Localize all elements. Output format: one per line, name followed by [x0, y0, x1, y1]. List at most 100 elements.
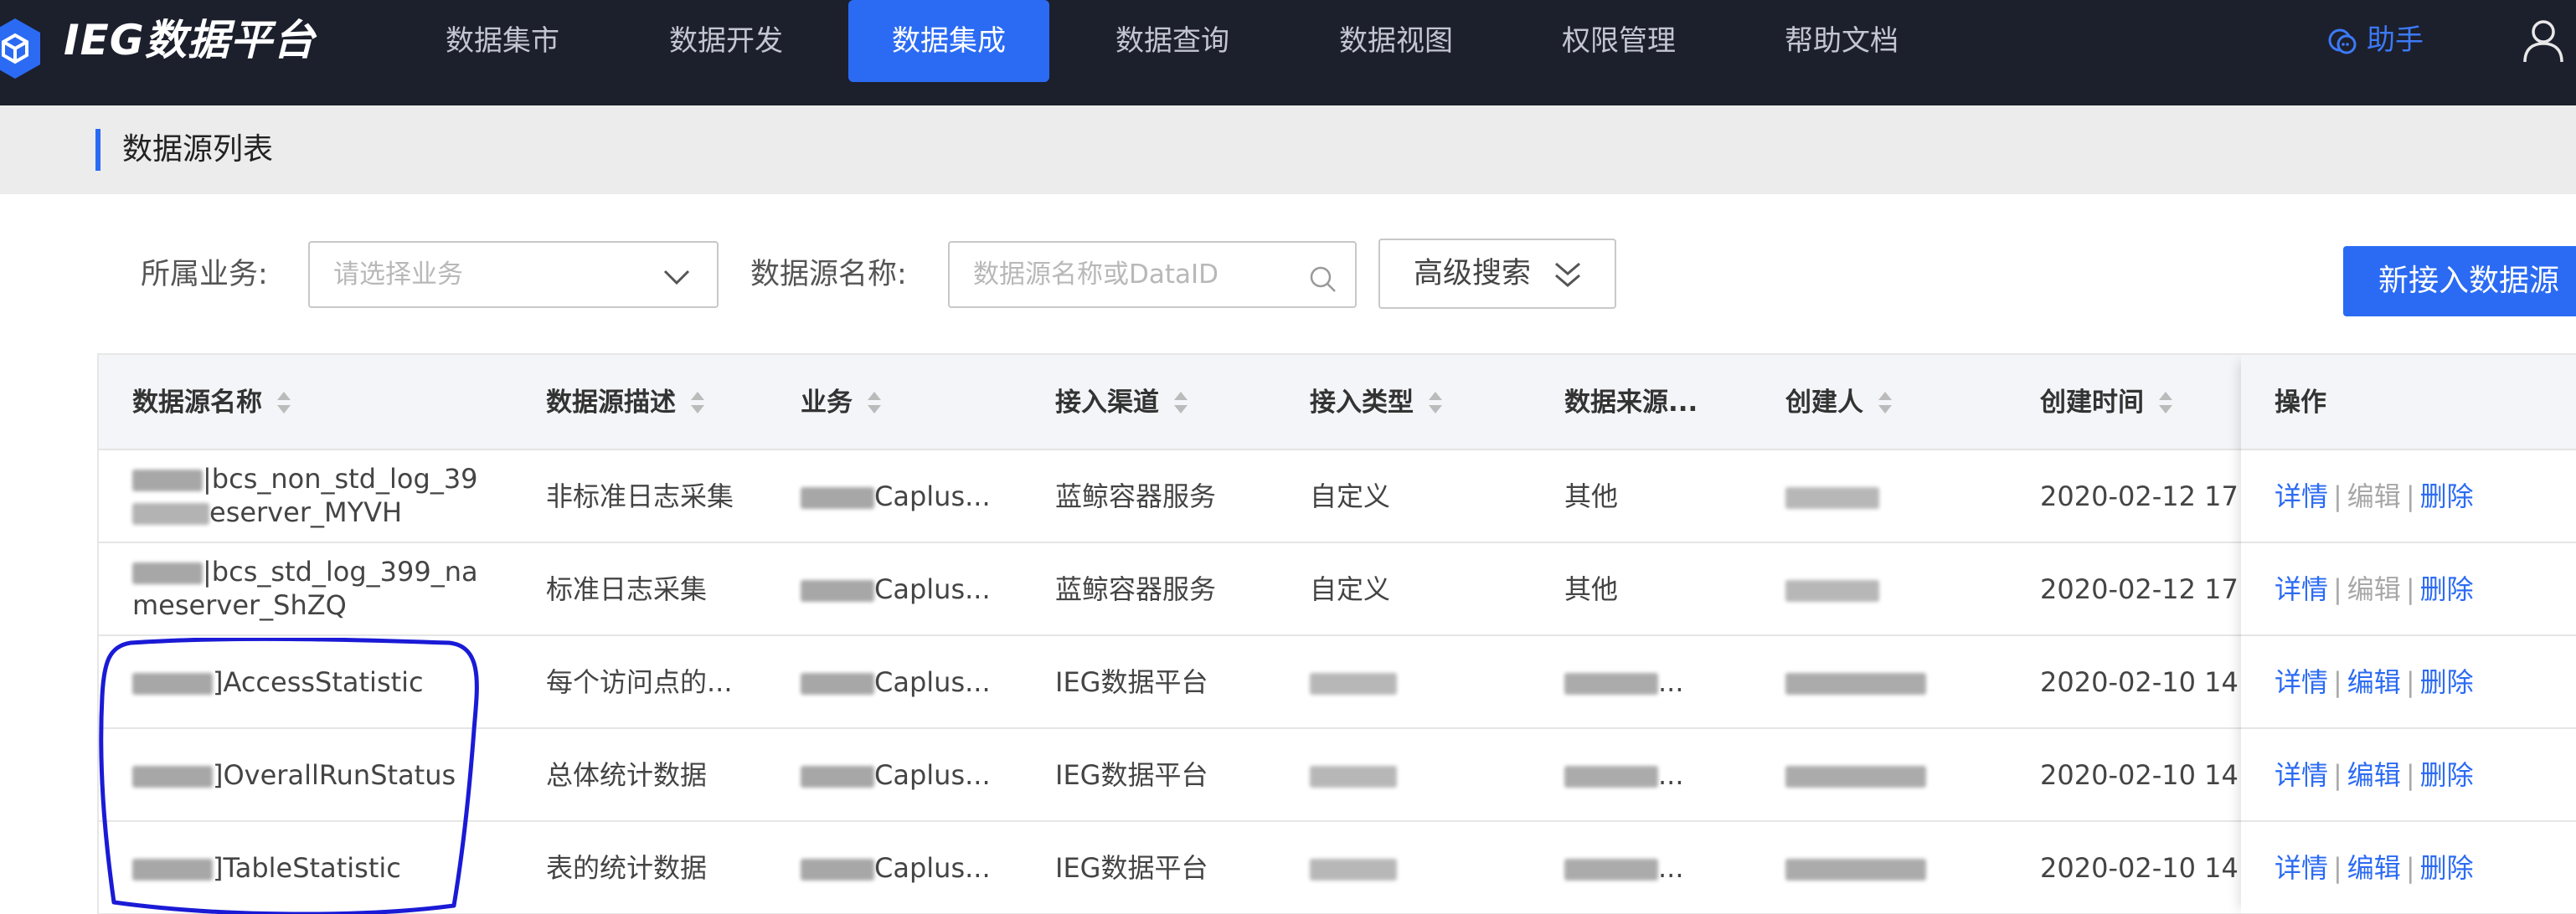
column-header-created-time[interactable]: 创建时间 [2040, 355, 2174, 450]
redacted-business [801, 766, 874, 788]
redacted-business [801, 487, 874, 509]
nav-item-permission[interactable]: 权限管理 [1518, 0, 1719, 82]
search-icon[interactable] [1308, 264, 1338, 295]
created-time-cell: 2020-02-10 14:5 [2040, 759, 2264, 791]
assistant-button[interactable]: 助手 [2326, 17, 2424, 64]
nav-item-data-view[interactable]: 数据视图 [1296, 0, 1497, 82]
actions-column: 操作 详情 | 编辑 | 删除 详情 | 编辑 | 删除 详情 | 编辑 | 删除 详情 | 编辑 | 删除 详… [2241, 355, 2576, 914]
column-header-desc[interactable]: 数据源描述 [546, 355, 706, 450]
logo-cube-icon [0, 18, 40, 79]
redacted-source [1564, 673, 1658, 695]
sort-icon[interactable] [1172, 390, 1189, 415]
business-filter-label: 所属业务: [141, 258, 268, 291]
title-accent-bar [95, 129, 100, 171]
redacted-creator [1785, 766, 1926, 788]
delete-link[interactable]: 删除 [2420, 573, 2474, 605]
page-header: 数据源列表 [0, 105, 2576, 194]
desc-cell: 总体统计数据 [546, 759, 708, 791]
assistant-label: 助手 [2367, 23, 2424, 57]
created-time-cell: 2020-02-10 14:5 [2040, 666, 2264, 698]
sort-icon[interactable] [866, 390, 883, 415]
detail-link[interactable]: 详情 [2275, 852, 2328, 884]
business-cell: Caplus... [801, 822, 991, 914]
detail-link[interactable]: 详情 [2275, 666, 2328, 698]
advanced-search-button[interactable]: 高级搜索 [1378, 239, 1616, 309]
search-input-placeholder: 数据源名称或DataID [973, 259, 1219, 290]
user-avatar-icon[interactable] [2521, 18, 2566, 64]
channel-cell: IEG数据平台 [1055, 666, 1208, 698]
sort-icon[interactable] [1427, 390, 1444, 415]
detail-link[interactable]: 详情 [2275, 759, 2328, 791]
desc-cell: 每个访问点的... [546, 666, 733, 698]
nav-item-data-market[interactable]: 数据集市 [402, 0, 603, 82]
channel-cell: IEG数据平台 [1055, 759, 1208, 791]
delete-link[interactable]: 删除 [2420, 852, 2474, 884]
table-header: 数据源名称 数据源描述 业务 接入渠道 接入类型 数据来源... 创建人 创建时… [99, 355, 2576, 450]
edit-link[interactable]: 编辑 [2347, 759, 2401, 791]
type-cell [1310, 822, 1397, 914]
edit-link: 编辑 [2347, 480, 2401, 512]
type-cell: 自定义 [1310, 573, 1391, 605]
redacted-creator [1785, 673, 1926, 695]
created-time-cell: 2020-02-12 17:3 [2040, 573, 2264, 605]
redacted-creator [1785, 487, 1879, 509]
business-select-placeholder: 请选择业务 [333, 259, 463, 290]
nav-item-data-query[interactable]: 数据查询 [1072, 0, 1273, 82]
nav-item-data-integration[interactable]: 数据集成 [848, 0, 1049, 82]
datasource-name-cell[interactable]: ]TableStatistic [132, 822, 401, 914]
app-title[interactable]: IEG数据平台 [64, 15, 316, 65]
column-header-channel[interactable]: 接入渠道 [1055, 355, 1189, 450]
business-cell: Caplus... [801, 450, 991, 543]
detail-link[interactable]: 详情 [2275, 573, 2328, 605]
sort-icon[interactable] [689, 390, 706, 415]
table-row[interactable]: ]TableStatistic 表的统计数据 Caplus... IEG数据平台… [99, 822, 2576, 914]
creator-cell [1785, 543, 1879, 636]
redacted-type [1310, 859, 1397, 881]
nav-item-help-docs[interactable]: 帮助文档 [1741, 0, 1942, 82]
type-cell [1310, 636, 1397, 729]
edit-link[interactable]: 编辑 [2347, 666, 2401, 698]
table-row[interactable]: |bcs_non_std_log_39 eserver_MYVH 非标准日志采集… [99, 450, 2576, 543]
table-row[interactable]: |bcs_std_log_399_na meserver_ShZQ 标准日志采集… [99, 543, 2576, 636]
sort-icon[interactable] [276, 390, 292, 415]
created-time-cell: 2020-02-10 14:5 [2040, 852, 2264, 884]
row-actions: 详情 | 编辑 | 删除 [2241, 822, 2576, 914]
delete-link[interactable]: 删除 [2420, 480, 2474, 512]
double-chevron-down-icon [1555, 262, 1580, 287]
row-actions: 详情 | 编辑 | 删除 [2241, 543, 2576, 636]
redacted-id [132, 470, 203, 491]
new-datasource-button[interactable]: 新接入数据源 [2343, 246, 2576, 316]
chevron-down-icon [663, 270, 690, 285]
detail-link[interactable]: 详情 [2275, 480, 2328, 512]
table-row[interactable]: ]AccessStatistic 每个访问点的... Caplus... IEG… [99, 636, 2576, 729]
advanced-search-label: 高级搜索 [1414, 257, 1532, 290]
page-title: 数据源列表 [122, 132, 274, 167]
datasource-search-input[interactable]: 数据源名称或DataID [948, 241, 1357, 308]
delete-link[interactable]: 删除 [2420, 759, 2474, 791]
column-header-business[interactable]: 业务 [801, 355, 883, 450]
redacted-business [801, 673, 874, 695]
sort-icon[interactable] [1877, 390, 1893, 415]
name-filter-label: 数据源名称: [750, 258, 907, 291]
desc-cell: 标准日志采集 [546, 573, 708, 605]
business-cell: Caplus... [801, 543, 991, 636]
datasource-name-cell[interactable]: |bcs_non_std_log_39 eserver_MYVH [132, 462, 492, 529]
sort-icon[interactable] [2157, 390, 2174, 415]
redacted-type [1310, 766, 1397, 788]
business-select[interactable]: 请选择业务 [308, 241, 719, 308]
delete-link[interactable]: 删除 [2420, 666, 2474, 698]
datasource-name-cell[interactable]: |bcs_std_log_399_na meserver_ShZQ [132, 555, 492, 622]
column-header-creator[interactable]: 创建人 [1785, 355, 1893, 450]
datasource-name-cell[interactable]: ]OverallRunStatus [132, 729, 456, 822]
row-actions: 详情 | 编辑 | 删除 [2241, 636, 2576, 729]
redacted-creator [1785, 580, 1879, 602]
datasource-name-cell[interactable]: ]AccessStatistic [132, 636, 424, 729]
channel-cell: 蓝鲸容器服务 [1055, 480, 1217, 512]
edit-link[interactable]: 编辑 [2347, 852, 2401, 884]
table-row[interactable]: ]OverallRunStatus 总体统计数据 Caplus... IEG数据… [99, 729, 2576, 822]
column-header-name[interactable]: 数据源名称 [132, 355, 292, 450]
source-cell: ... [1564, 636, 1684, 729]
nav-item-data-dev[interactable]: 数据开发 [626, 0, 827, 82]
redacted-id [132, 673, 213, 695]
column-header-type[interactable]: 接入类型 [1310, 355, 1444, 450]
